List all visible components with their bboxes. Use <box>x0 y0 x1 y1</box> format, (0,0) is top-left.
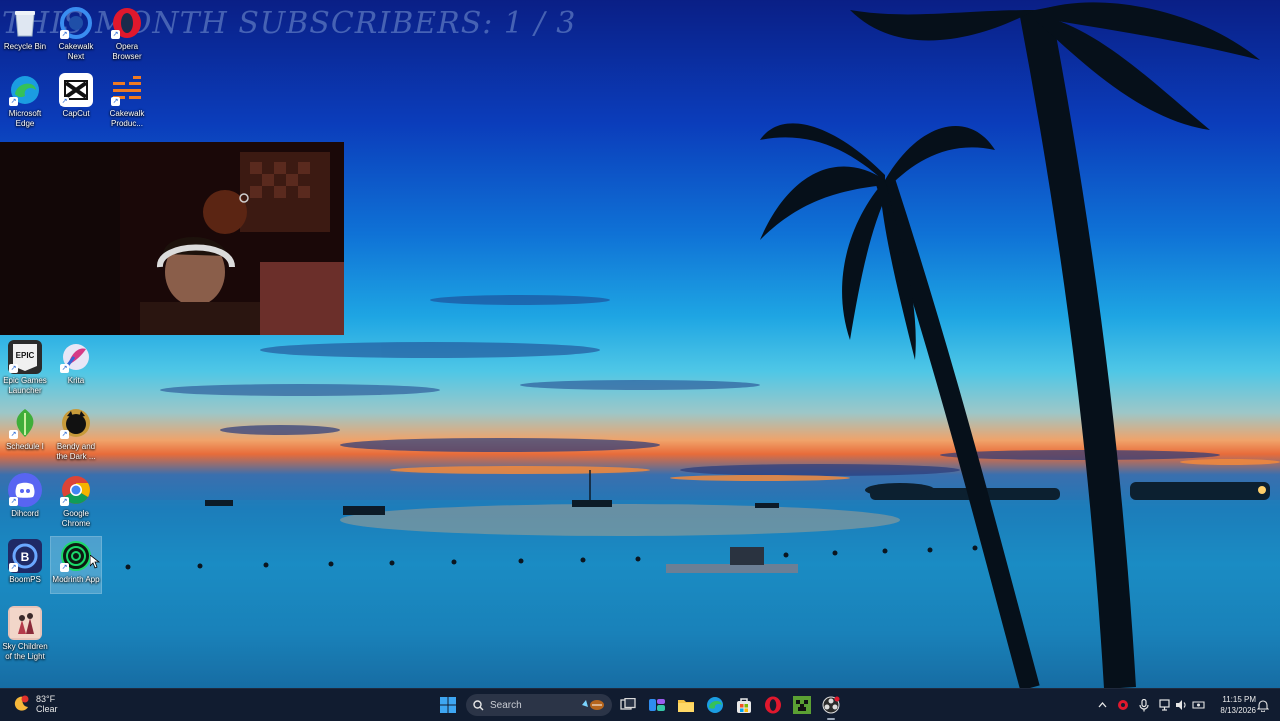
desktop-icon-label: Cakewalk Produc... <box>109 109 145 128</box>
search-icon <box>473 699 484 711</box>
modrinth-icon: ↗ <box>59 539 93 573</box>
mouse-cursor-icon <box>89 554 101 574</box>
weather-moon-icon <box>12 695 30 713</box>
system-clock[interactable]: 11:15 PM 8/13/2026 <box>1208 694 1256 716</box>
desktop-icon-krita[interactable]: ↗ Krita <box>51 340 101 386</box>
weather-condition: Clear <box>36 704 58 714</box>
desktop-icon-recycle-bin[interactable]: Recycle Bin <box>0 6 50 52</box>
edge-icon[interactable] <box>705 695 725 715</box>
opera-tray-icon[interactable] <box>1116 698 1130 712</box>
task-view-icon[interactable] <box>618 695 638 715</box>
widgets-icon[interactable] <box>647 695 667 715</box>
discord-icon: ↗ <box>8 473 42 507</box>
desktop-icon-sky[interactable]: Sky Children of the Light <box>0 606 50 662</box>
desktop-icon-label: Sky Children of the Light <box>2 642 48 661</box>
store-icon[interactable] <box>734 695 754 715</box>
chrome-icon: ↗ <box>59 473 93 507</box>
desktop-icon-label: Google Chrome <box>61 509 91 528</box>
cakewalk-next-icon: ↗ <box>59 6 93 40</box>
desktop-icon-bendy[interactable]: ↗ Bendy and the Dark ... <box>51 406 101 462</box>
desktop-icon-label: Opera Browser <box>112 42 142 61</box>
webcam-feed <box>0 142 344 335</box>
file-explorer-icon[interactable] <box>676 695 696 715</box>
schedule-one-icon: ↗ <box>8 406 42 440</box>
clock-date: 8/13/2026 <box>1220 706 1256 715</box>
opera-icon[interactable] <box>763 695 783 715</box>
desktop-icon-chrome[interactable]: ↗ Google Chrome <box>51 473 101 529</box>
bendy-icon: ↗ <box>59 406 93 440</box>
svg-text:EPIC: EPIC <box>16 351 35 360</box>
desktop-wallpaper <box>0 0 1280 688</box>
notification-bell-icon[interactable] <box>1256 698 1270 712</box>
sky-icon <box>8 606 42 640</box>
weather-temperature: 83°F <box>36 694 56 704</box>
network-icon[interactable] <box>1158 698 1172 712</box>
desktop-icon-edge[interactable]: ↗ Microsoft Edge <box>0 73 50 129</box>
desktop-icon-label: Bendy and the Dark ... <box>56 442 96 461</box>
desktop-icon-label: Krita <box>67 376 85 385</box>
desktop-icon-label: Modrinth App <box>52 575 100 584</box>
opera-icon: ↗ <box>110 6 144 40</box>
desktop-icon-label: Recycle Bin <box>3 42 47 51</box>
desktop-icon-opera[interactable]: ↗ Opera Browser <box>102 6 152 62</box>
edge-icon: ↗ <box>8 73 42 107</box>
desktop-icon-label: Schedule I <box>6 442 44 451</box>
desktop-icon-schedule-one[interactable]: ↗ Schedule I <box>0 406 50 452</box>
krita-icon: ↗ <box>59 340 93 374</box>
obs-icon[interactable] <box>821 695 841 720</box>
windows-start-icon[interactable] <box>438 695 458 715</box>
microphone-icon[interactable] <box>1137 698 1151 712</box>
boomps-icon: B ↗ <box>8 539 42 573</box>
search-highlight-icon <box>580 698 606 712</box>
svg-text:B: B <box>21 550 30 564</box>
search-placeholder: Search <box>490 699 522 711</box>
copilot-tray-icon[interactable] <box>1191 698 1205 712</box>
minecraft-icon[interactable] <box>792 695 812 715</box>
desktop-icon-label: Dihcord <box>11 509 39 518</box>
volume-icon[interactable] <box>1174 698 1188 712</box>
desktop-icon-label: BoomPS <box>9 575 41 584</box>
cakewalk-product-icon: ↗ <box>110 73 144 107</box>
show-hidden-icons-chevron-icon[interactable] <box>1095 698 1109 712</box>
taskbar-search-box[interactable]: Search <box>466 694 612 716</box>
weather-widget[interactable]: 83°F Clear <box>12 694 58 714</box>
desktop-icon-boomps[interactable]: B ↗ BoomPS <box>0 539 50 585</box>
desktop-icon-epic-games[interactable]: EPIC ↗ Epic Games Launcher <box>0 340 50 396</box>
capcut-icon: ↗ <box>59 73 93 107</box>
desktop-icon-label: Microsoft Edge <box>8 109 42 128</box>
beach-sunset-scene <box>0 2 1280 688</box>
desktop-icon-label: CapCut <box>62 109 90 118</box>
desktop-icon-capcut[interactable]: ↗ CapCut <box>51 73 101 119</box>
recycle-bin-icon <box>8 6 42 40</box>
taskbar: 83°F Clear Search 11:15 PM 8/13/2026 <box>0 688 1280 721</box>
desktop-icon-discord[interactable]: ↗ Dihcord <box>0 473 50 519</box>
desktop-icon-cakewalk-next[interactable]: ↗ Cakewalk Next <box>51 6 101 62</box>
clock-time: 11:15 PM <box>1222 695 1256 704</box>
desktop-icon-cakewalk-product[interactable]: ↗ Cakewalk Produc... <box>102 73 152 129</box>
desktop-icon-label: Epic Games Launcher <box>3 376 47 395</box>
epic-games-icon: EPIC ↗ <box>8 340 42 374</box>
desktop-icon-label: Cakewalk Next <box>58 42 94 61</box>
